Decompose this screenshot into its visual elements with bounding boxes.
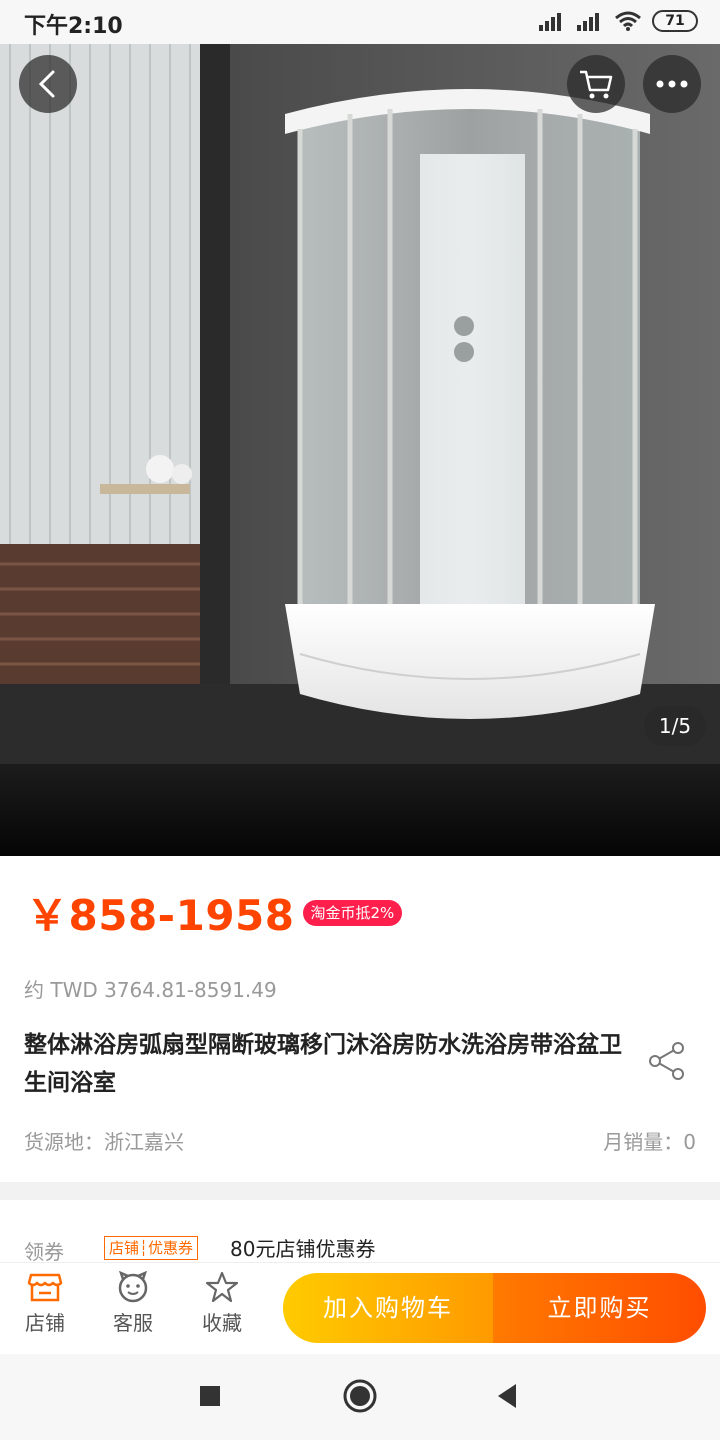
battery-indicator: 71 [652, 10, 698, 32]
coupon-label: 领券 [24, 1240, 64, 1264]
customer-service-label: 客服 [113, 1311, 153, 1335]
coupon-row[interactable]: 领券 店铺┆优惠券 80元店铺优惠券 [0, 1200, 720, 1270]
price-row: ￥858-1958 淘金币抵2% [26, 882, 403, 943]
status-time: 下午2:10 [24, 14, 123, 39]
more-button[interactable] [643, 55, 701, 113]
back-arrow-icon [38, 70, 55, 98]
favorite-label: 收藏 [202, 1311, 242, 1335]
taobao-coin-badge[interactable]: 淘金币抵2% [302, 899, 403, 926]
cart-button[interactable] [567, 55, 625, 113]
bottom-action-bar: 店铺 客服 收藏 加入购物车 立即购买 [0, 1262, 720, 1354]
signal-icon-2 [577, 13, 599, 31]
back-triangle-icon[interactable] [486, 1374, 530, 1418]
twd-price: 约 TWD 3764.81-8591.49 [24, 978, 277, 1002]
customer-service-button[interactable]: 客服 [98, 1271, 168, 1336]
product-image-carousel[interactable]: 1/5 [0, 44, 720, 856]
status-icons: 71 [538, 10, 698, 32]
image-bottom-strip [0, 764, 720, 856]
recent-apps-icon[interactable] [188, 1374, 232, 1418]
shower-enclosure-photo[interactable] [0, 44, 720, 764]
product-title: 整体淋浴房弧扇型隔断玻璃移门沐浴房防水洗浴房带浴盆卫生间浴室 [24, 1032, 622, 1096]
purchase-buttons: 加入购物车 立即购买 [283, 1273, 706, 1343]
cart-icon [580, 70, 613, 99]
home-icon[interactable] [338, 1374, 382, 1418]
system-navigation-bar [0, 1354, 720, 1440]
star-icon [205, 1271, 239, 1303]
ship-from-origin: 货源地：浙江嘉兴 [24, 1130, 184, 1154]
battery-level: 71 [665, 13, 685, 29]
store-button[interactable]: 店铺 [10, 1271, 80, 1336]
signal-icon [539, 13, 561, 31]
customer-service-icon [118, 1271, 148, 1303]
buy-now-button[interactable]: 立即购买 [493, 1273, 706, 1343]
back-button[interactable] [19, 55, 77, 113]
share-icon[interactable] [646, 1040, 688, 1082]
product-info-card: ￥858-1958 淘金币抵2% 约 TWD 3764.81-8591.49 整… [0, 856, 720, 1182]
more-icon [656, 80, 688, 88]
store-coupon-tag: 店铺┆优惠券 [104, 1236, 199, 1260]
favorite-button[interactable]: 收藏 [187, 1271, 257, 1336]
status-bar: 下午2:10 71 [0, 0, 720, 44]
image-page-indicator: 1/5 [644, 706, 706, 746]
wifi-icon [615, 11, 641, 31]
store-label: 店铺 [25, 1311, 65, 1335]
price: ￥858-1958 [26, 891, 295, 940]
add-to-cart-button[interactable]: 加入购物车 [283, 1273, 493, 1343]
monthly-sales: 月销量：0 [603, 1130, 696, 1154]
store-icon [27, 1273, 63, 1302]
coupon-text: 80元店铺优惠券 [230, 1237, 376, 1261]
